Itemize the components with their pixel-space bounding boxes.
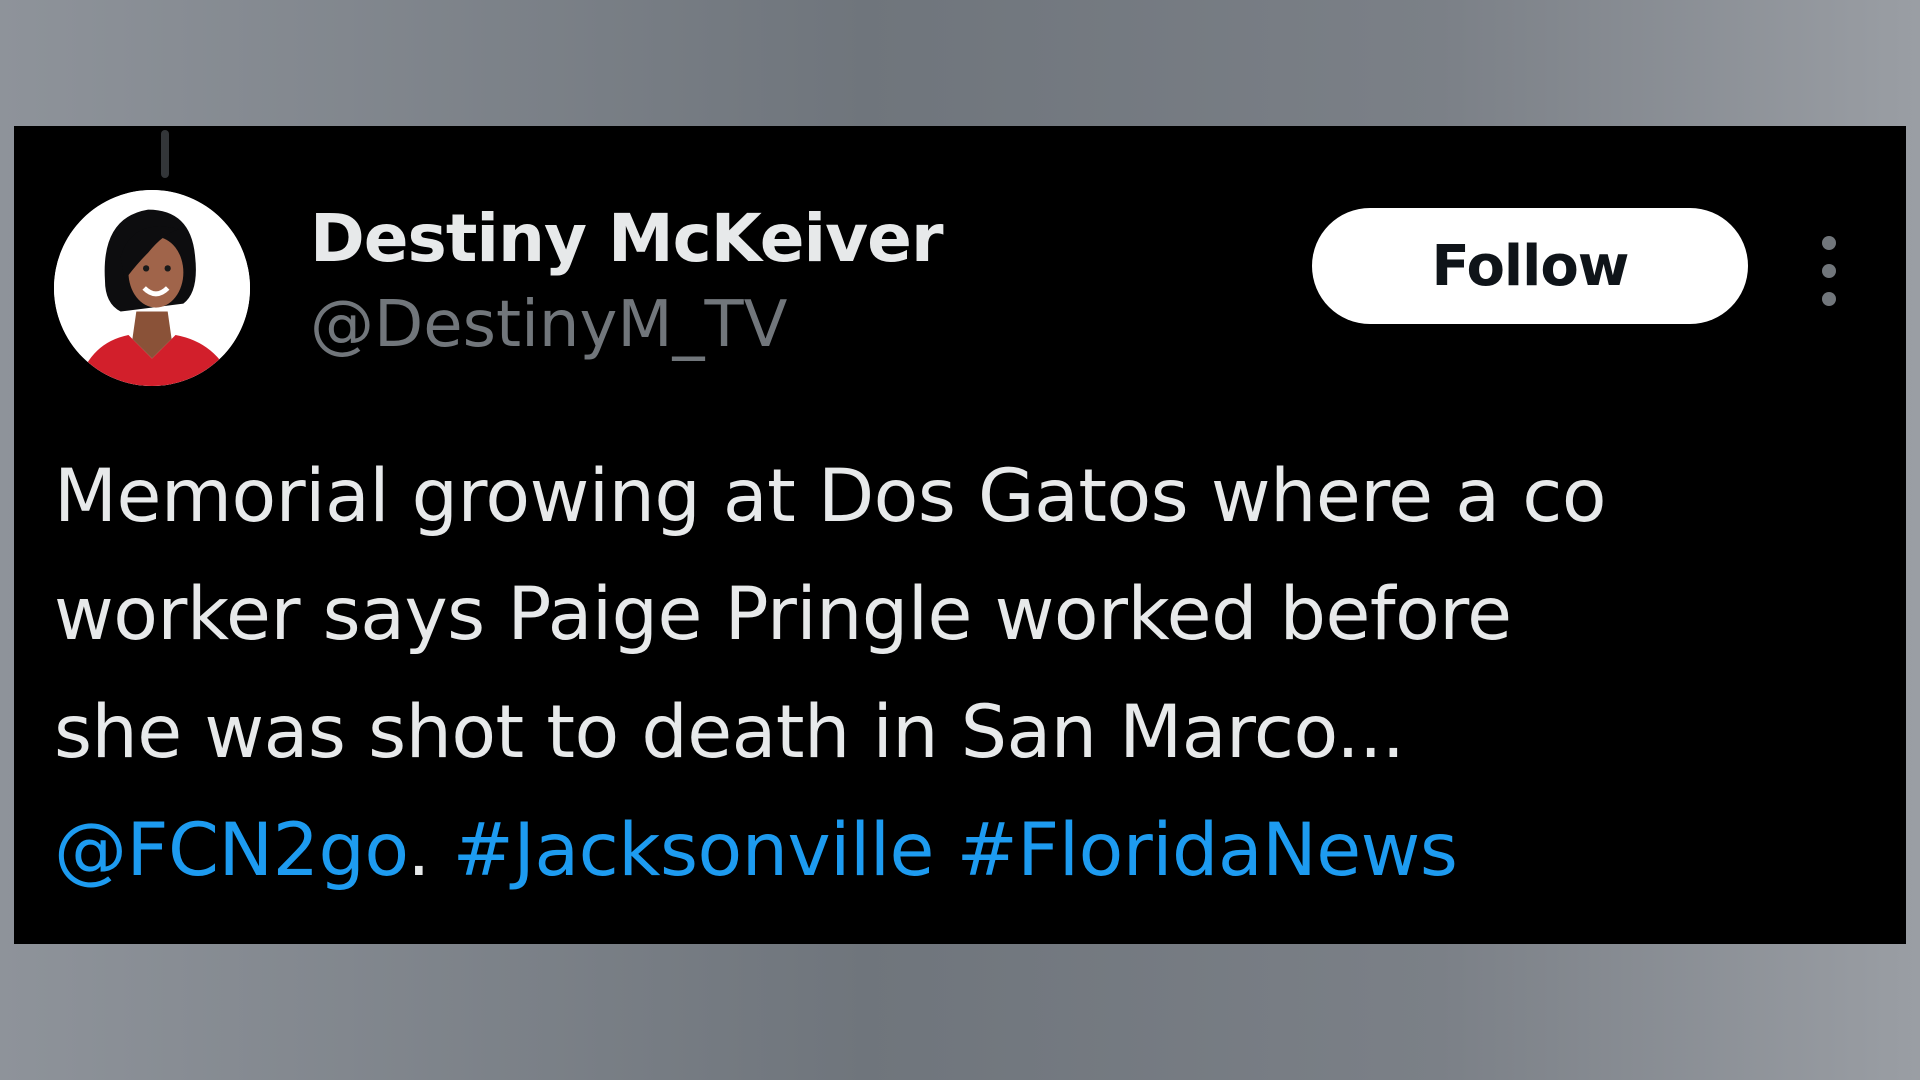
more-options-icon[interactable] xyxy=(1816,236,1842,306)
author-handle[interactable]: @DestinyM_TV xyxy=(310,288,787,362)
tweet-text-line: Memorial growing at Dos Gatos where a co xyxy=(54,454,1607,539)
more-options-dot xyxy=(1822,264,1836,278)
avatar[interactable] xyxy=(54,190,250,386)
profile-photo-icon xyxy=(54,190,250,386)
tweet-text: Memorial growing at Dos Gatos where a co… xyxy=(54,438,1874,910)
author-display-name[interactable]: Destiny McKeiver xyxy=(310,200,943,277)
follow-button[interactable]: Follow xyxy=(1312,208,1748,324)
mention-link[interactable]: @FCN2go xyxy=(54,808,408,893)
more-options-dot xyxy=(1822,236,1836,250)
hashtag-link-jacksonville[interactable]: #Jacksonville xyxy=(453,808,935,893)
hashtag-link-floridanews[interactable]: #FloridaNews xyxy=(957,808,1458,893)
tweet-text-line: she was shot to death in San Marco... xyxy=(54,690,1405,775)
more-options-dot xyxy=(1822,292,1836,306)
separator-text: . xyxy=(407,808,453,893)
tweet-text-line: worker says Paige Pringle worked before xyxy=(54,572,1512,657)
tweet-card: Destiny McKeiver @DestinyM_TV Follow Mem… xyxy=(14,126,1906,944)
thread-connector-line xyxy=(161,130,169,178)
tweet-links-line: @FCN2go. #Jacksonville #FloridaNews xyxy=(54,792,1874,910)
